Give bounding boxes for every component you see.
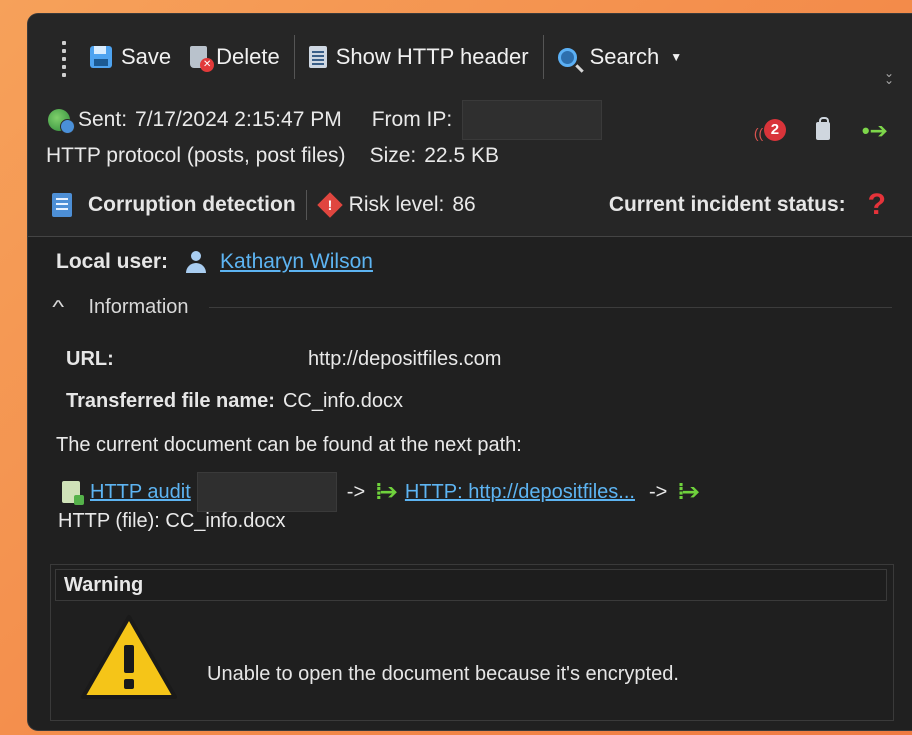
path-separator: -> — [346, 480, 366, 503]
policy-name: Corruption detection — [88, 193, 296, 216]
path-final-row: HTTP (file): CC_info.docx — [58, 510, 285, 533]
path-separator: -> — [648, 480, 668, 503]
incident-status-value[interactable]: ? — [868, 188, 886, 222]
size-value: 22.5 KB — [424, 144, 499, 167]
toolbar-separator — [542, 35, 544, 79]
protocol-text: HTTP protocol (posts, post files) — [46, 144, 346, 167]
local-user-link[interactable]: Katharyn Wilson — [220, 250, 373, 274]
path-http-audit-link[interactable]: HTTP audit — [90, 481, 191, 504]
local-user-label: Local user: — [56, 250, 169, 273]
path-http-url-link[interactable]: HTTP: http://depositfiles... — [405, 481, 635, 504]
file-name-label: Transferred file name: — [66, 390, 275, 412]
sent-value: 7/17/2024 2:15:47 PM — [135, 108, 342, 131]
toolbar: Save Delete Show HTTP header Search ▼ — [36, 28, 912, 86]
path-intro: The current document can be found at the… — [56, 434, 522, 457]
green-arrow-icon: ⁞➔ — [375, 479, 398, 504]
incident-status-label: Current incident status: — [608, 193, 846, 216]
delete-icon — [190, 46, 215, 72]
warning-panel: Warning Unable to open the document beca… — [50, 564, 894, 721]
path-intro-text: The current document can be found at the… — [56, 434, 522, 456]
warning-triangle-icon — [81, 615, 177, 699]
risk-value: 86 — [452, 193, 476, 216]
document-icon — [308, 46, 327, 68]
local-user-row: Local user: Katharyn Wilson — [56, 250, 373, 274]
risk-warning-icon — [316, 192, 343, 218]
information-section-header[interactable]: ^ Information — [52, 296, 892, 319]
file-name-value: CC_info.docx — [282, 390, 404, 412]
toolbar-grip-handle[interactable] — [60, 37, 68, 77]
document-path: HTTP audit -> ⁞➔ HTTP: http://depositfil… — [62, 472, 707, 512]
audit-document-icon — [62, 481, 84, 505]
information-header-label: Information — [88, 296, 189, 318]
search-dropdown-button[interactable]: Search ▼ — [548, 40, 693, 74]
dropdown-caret-icon: ▼ — [670, 50, 683, 64]
from-ip-label: From IP: — [371, 108, 453, 131]
notification-count-badge: 2 — [763, 119, 786, 141]
user-icon — [186, 251, 207, 273]
delete-button[interactable]: Delete — [181, 40, 290, 74]
show-http-header-label: Show HTTP header — [335, 44, 529, 69]
url-value: http://depositfiles.com — [308, 348, 502, 370]
floppy-disk-icon — [90, 46, 112, 68]
url-label: URL: — [66, 348, 114, 370]
delete-button-label: Delete — [216, 44, 280, 69]
sent-label: Sent: — [78, 108, 128, 131]
redacted-ip — [462, 100, 603, 140]
search-icon — [557, 47, 577, 67]
incident-header-panel: Save Delete Show HTTP header Search ▼ ⌄⌄… — [28, 14, 912, 237]
file-name-row: Transferred file name: CC_info.docx — [66, 390, 403, 413]
save-button[interactable]: Save — [80, 40, 181, 74]
row-separator — [305, 190, 307, 220]
risk-label: Risk level: — [348, 193, 445, 216]
section-divider — [208, 307, 892, 308]
search-button-label: Search — [589, 44, 660, 69]
save-button-label: Save — [121, 44, 172, 69]
notification-indicator[interactable]: (( 2 — [753, 119, 786, 143]
globe-icon — [48, 109, 75, 134]
collapse-chevron-icon[interactable]: ^ — [52, 297, 64, 318]
green-arrow-icon: ⁞➔ — [677, 479, 700, 504]
warning-title: Warning — [55, 569, 887, 601]
size-label: Size: — [369, 144, 417, 167]
lock-icon[interactable] — [815, 117, 830, 140]
path-final-text: HTTP (file): CC_info.docx — [58, 510, 286, 532]
protocol-row: HTTP protocol (posts, post files) Size: … — [46, 144, 499, 168]
toolbar-separator — [293, 35, 295, 79]
status-icons: (( 2 •➔ — [753, 117, 888, 144]
incident-viewer-window: Save Delete Show HTTP header Search ▼ ⌄⌄… — [28, 14, 912, 730]
sent-row: Sent: 7/17/2024 2:15:47 PM From IP: — [48, 100, 603, 140]
alert-icon: (( — [753, 125, 764, 141]
forward-arrow-icon[interactable]: •➔ — [862, 118, 888, 144]
policy-icon — [52, 193, 72, 217]
redacted-path-segment — [196, 472, 337, 512]
url-row: URL: http://depositfiles.com — [66, 348, 501, 371]
expand-chevron-icon[interactable]: ⌄ ⌄ — [884, 67, 894, 86]
show-http-header-button[interactable]: Show HTTP header — [299, 40, 539, 74]
warning-message: Unable to open the document because it's… — [207, 663, 679, 685]
incident-row: Corruption detection Risk level: 86 Curr… — [52, 188, 886, 222]
